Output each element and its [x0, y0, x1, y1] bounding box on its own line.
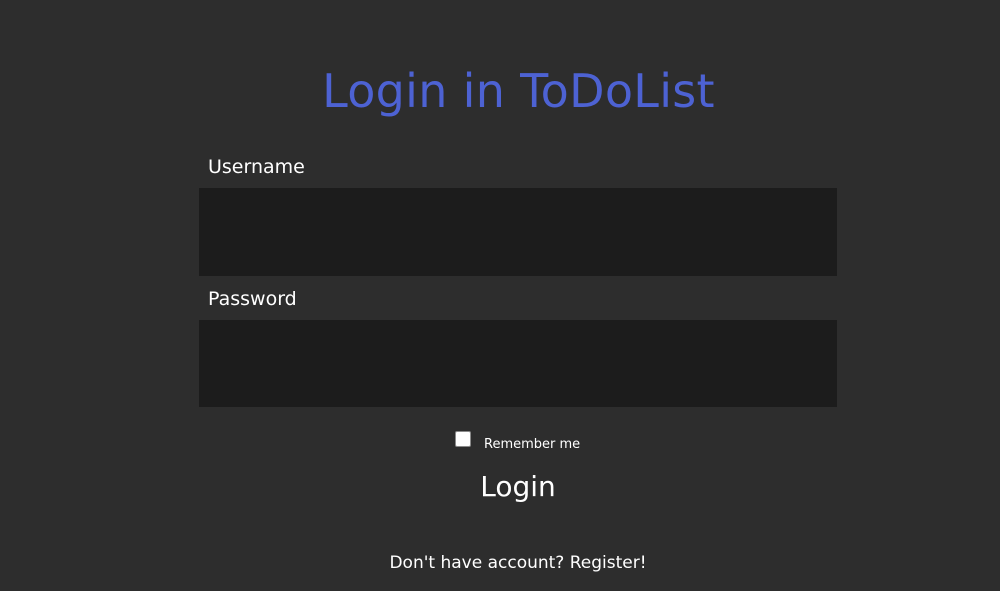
- page-title: Login in ToDoList: [322, 64, 715, 118]
- remember-me-checkbox[interactable]: [455, 431, 471, 447]
- password-label: Password: [208, 288, 297, 310]
- password-input[interactable]: [199, 320, 837, 407]
- register-link[interactable]: Don't have account? Register!: [368, 550, 668, 576]
- login-button[interactable]: Login: [418, 465, 618, 509]
- remember-me-label: Remember me: [484, 437, 581, 452]
- login-page: Login in ToDoList Username Password Reme…: [0, 0, 1000, 591]
- username-input[interactable]: [199, 188, 837, 276]
- username-label: Username: [208, 156, 305, 178]
